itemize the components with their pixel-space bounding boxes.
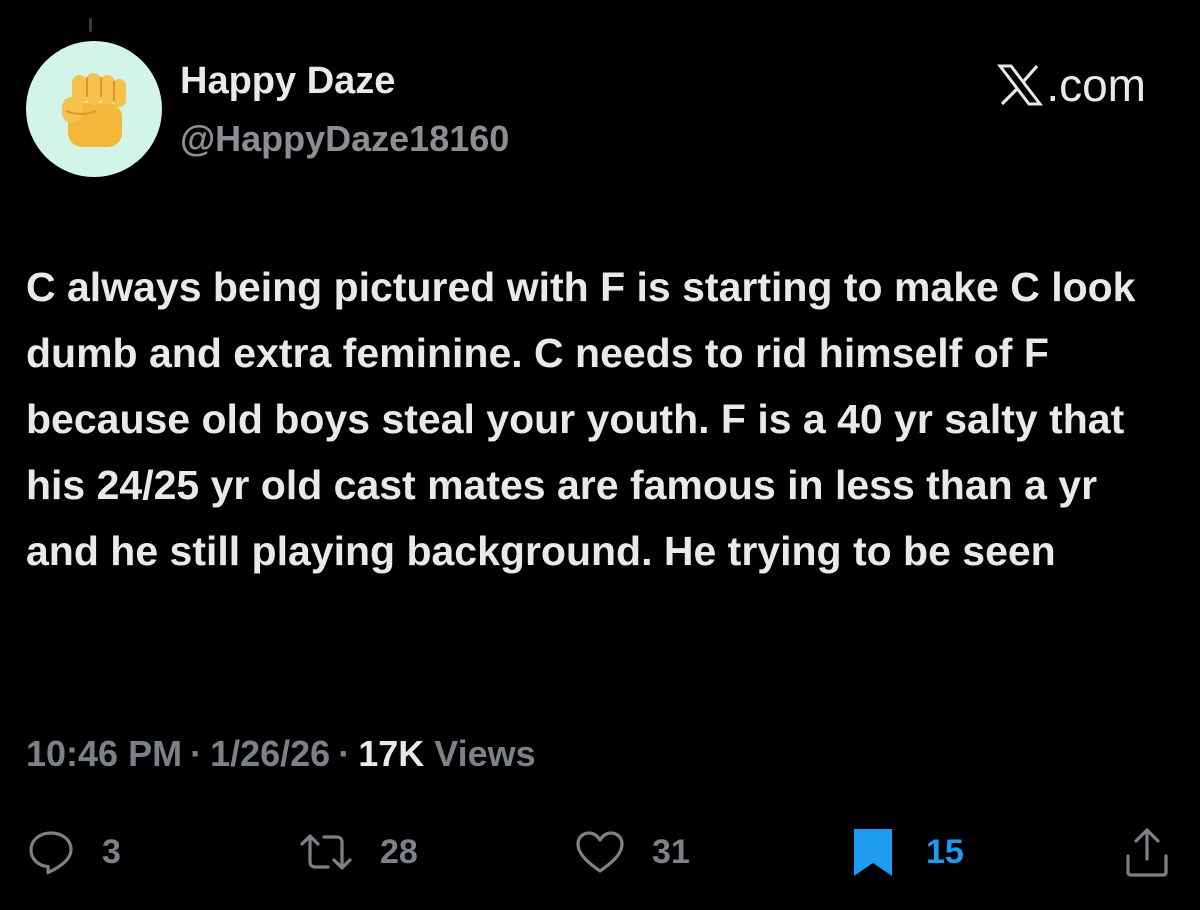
tweet-date[interactable]: 1/26/26	[210, 733, 330, 774]
meta-separator: ·	[338, 733, 351, 774]
share-button[interactable]	[1124, 826, 1170, 878]
author-display-name[interactable]: Happy Daze	[180, 62, 395, 100]
bookmark-count: 15	[926, 833, 964, 871]
reply-count: 3	[102, 833, 121, 871]
author-handle[interactable]: @HappyDaze18160	[180, 121, 509, 157]
meta-separator: ·	[190, 733, 203, 774]
x-logo-icon	[997, 64, 1046, 106]
bookmark-icon	[852, 826, 894, 878]
avatar[interactable]	[26, 41, 162, 177]
tweet-time[interactable]: 10:46 PM	[26, 733, 182, 774]
like-count: 31	[652, 833, 690, 871]
views-count[interactable]: 17K	[358, 733, 424, 774]
brand-watermark: .com	[997, 62, 1146, 108]
repost-button[interactable]: 28	[298, 826, 418, 878]
repost-icon	[298, 828, 354, 876]
bookmark-button[interactable]: 15	[852, 826, 964, 878]
share-icon	[1124, 826, 1170, 878]
views-label[interactable]: Views	[434, 733, 535, 774]
heart-icon	[574, 829, 626, 875]
repost-count: 28	[380, 833, 418, 871]
like-button[interactable]: 31	[574, 826, 690, 878]
top-scroll-indicator	[89, 18, 92, 32]
brand-suffix: .com	[1046, 59, 1146, 111]
reply-icon	[26, 828, 76, 876]
raised-fist-icon	[54, 67, 134, 151]
tweet-text: C always being pictured with F is starti…	[26, 264, 1136, 574]
reply-button[interactable]: 3	[26, 826, 121, 878]
tweet-meta: 10:46 PM · 1/26/26 · 17K Views	[26, 734, 536, 774]
